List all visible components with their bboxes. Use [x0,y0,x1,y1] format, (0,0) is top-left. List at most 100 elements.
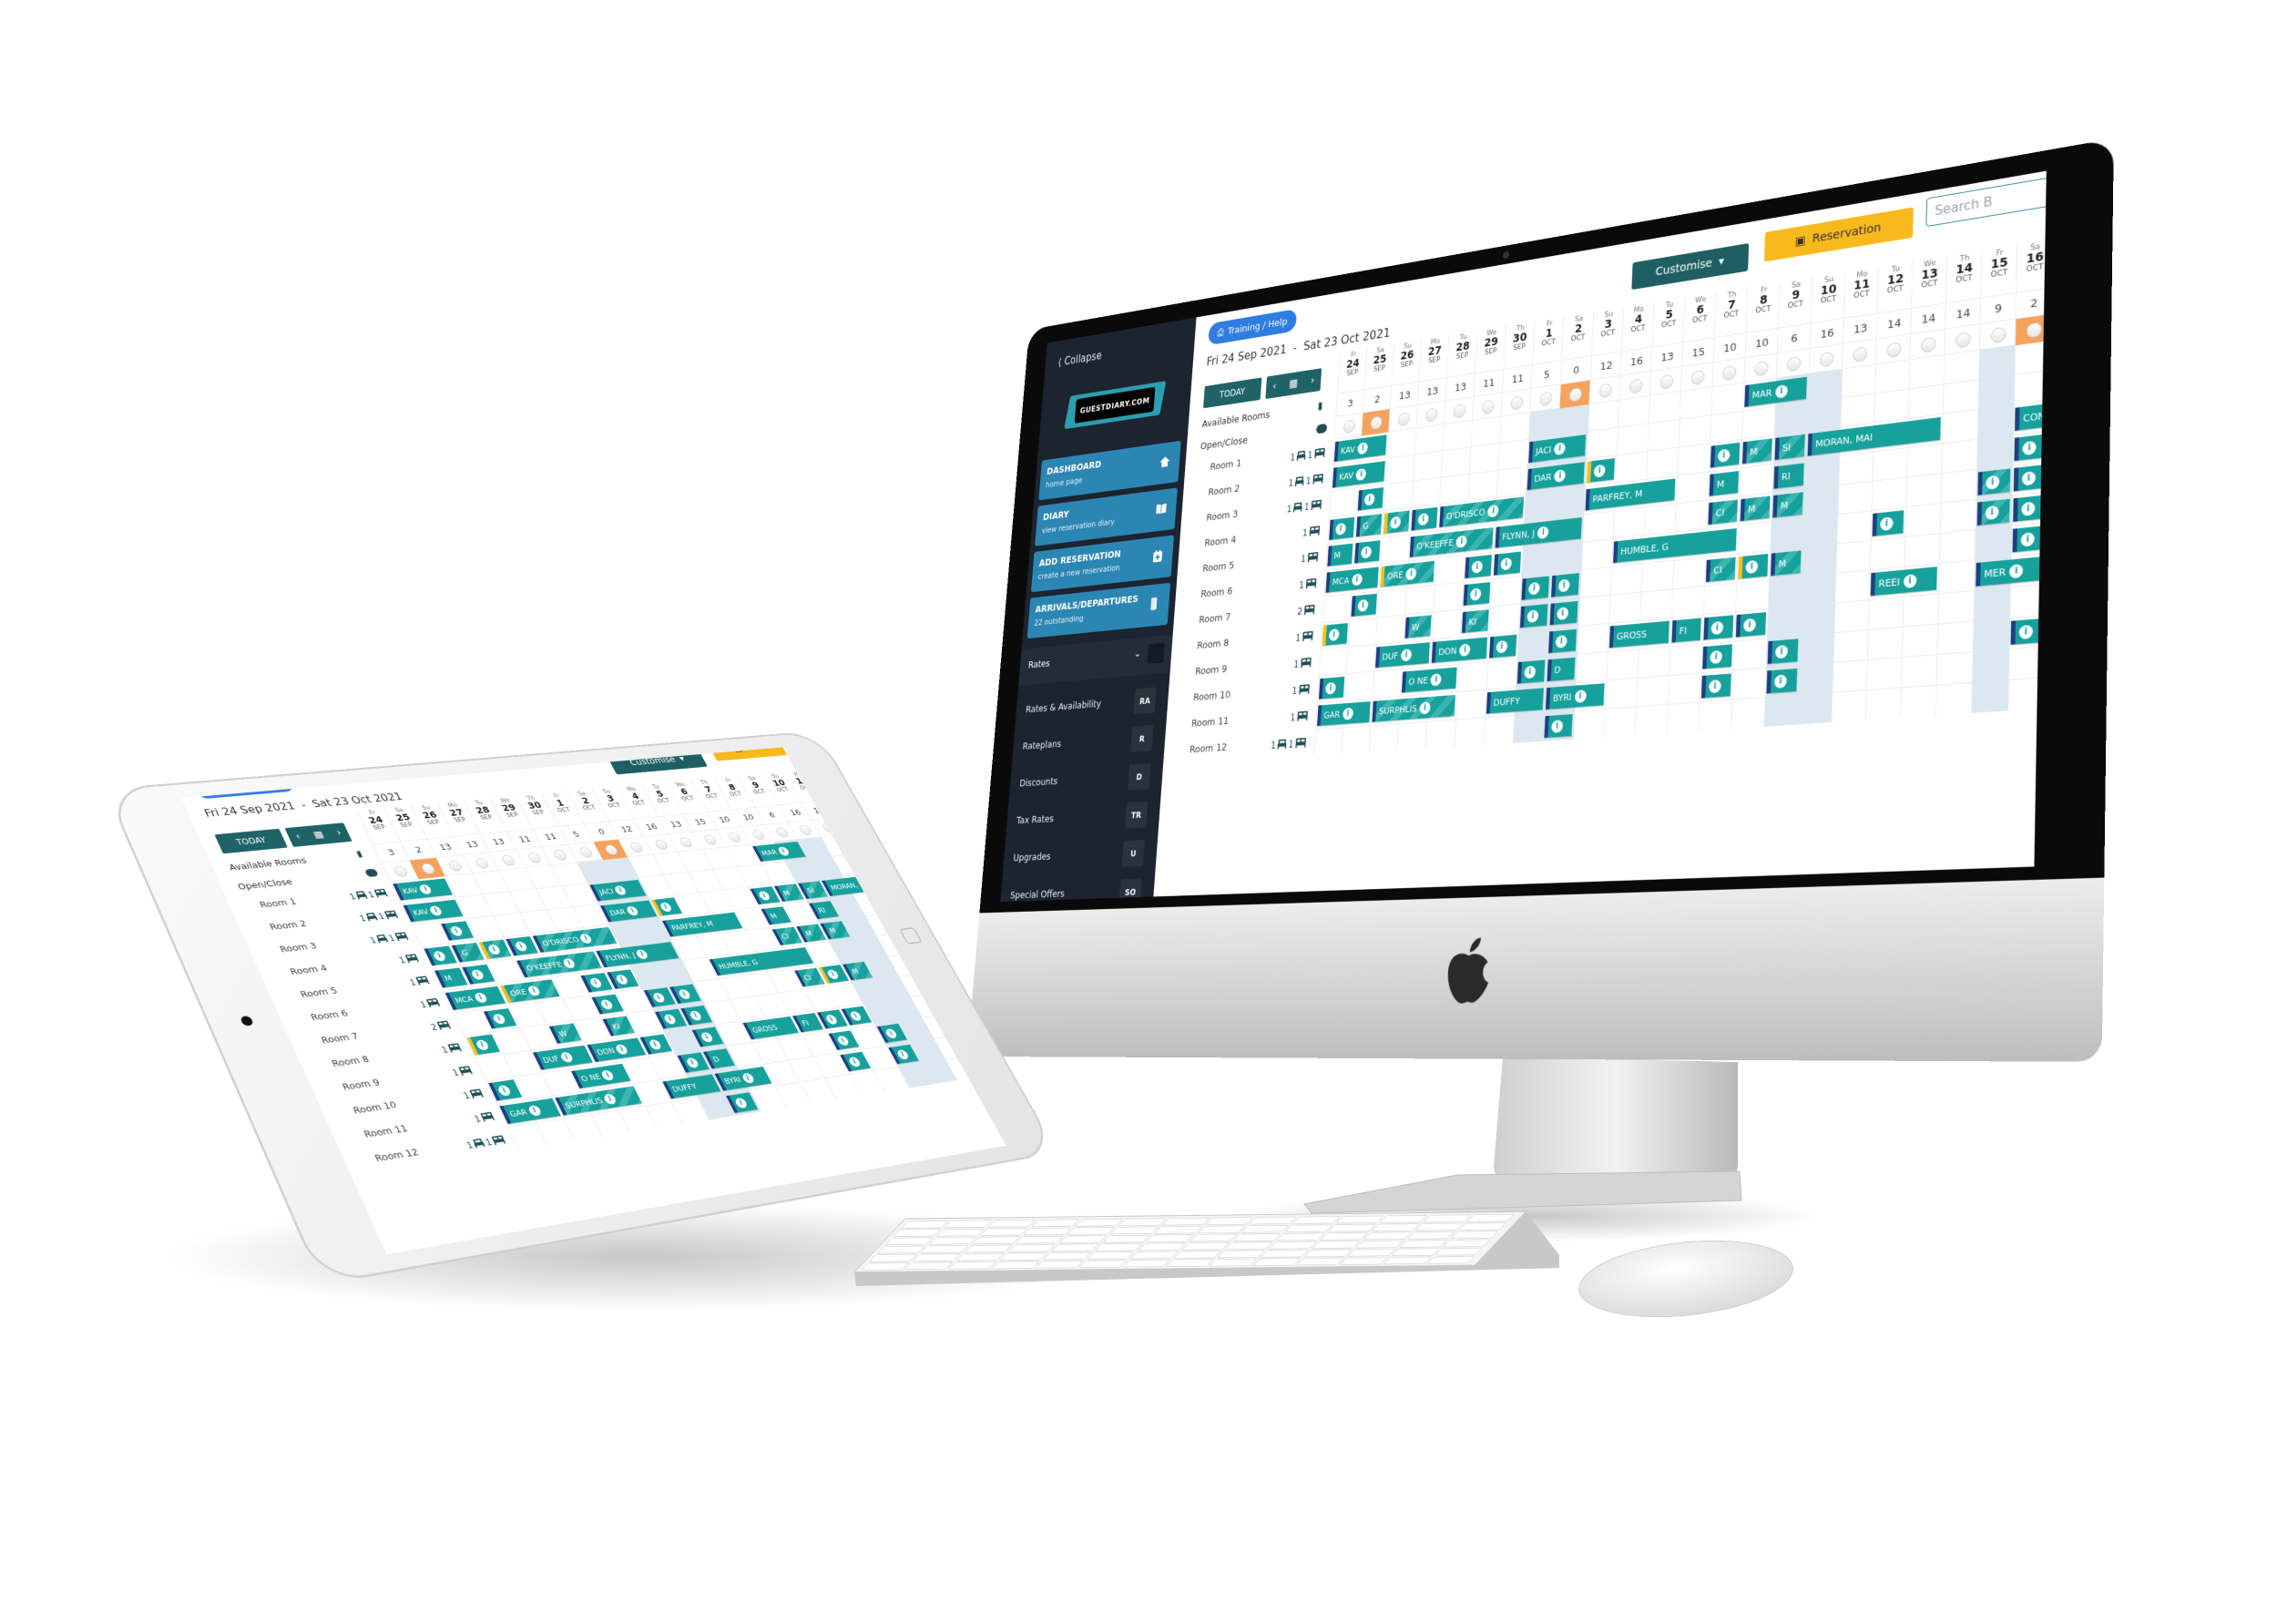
booking-block[interactable]: PARFREY, M [1586,478,1676,510]
prev-icon[interactable]: ‹ [293,832,301,842]
info-icon[interactable]: i [2009,564,2023,578]
info-icon[interactable]: i [685,1057,699,1067]
info-icon[interactable]: i [1743,618,1756,631]
booking-block[interactable]: DON i [587,1037,646,1061]
booking-block[interactable]: i [840,1052,871,1072]
info-icon[interactable]: i [615,974,629,985]
booking-block[interactable]: i [488,1079,522,1100]
info-icon[interactable]: i [526,986,541,996]
booking-block[interactable]: RI [1773,463,1803,488]
info-icon[interactable]: i [1418,513,1429,526]
booking-block[interactable]: i [1701,673,1731,698]
booking-block[interactable]: i [466,1035,500,1056]
open-close-toggle[interactable] [1334,413,1363,440]
booking-block[interactable]: i [2014,465,2047,492]
booking-block[interactable]: MCA i [1325,567,1378,592]
open-close-toggle[interactable] [1680,362,1713,392]
booking-block[interactable]: O NE i [1402,668,1457,693]
info-icon[interactable]: i [1558,578,1570,592]
info-icon[interactable]: i [475,1039,490,1051]
info-icon[interactable]: i [1325,681,1336,694]
info-icon[interactable]: i [1528,581,1540,595]
sidebar-subitem-so[interactable]: Special Offers SO [1000,873,1155,902]
info-icon[interactable]: i [1710,649,1722,663]
date-header[interactable]: Fr 8 OCT [1746,282,1781,332]
open-close-toggle[interactable] [2015,313,2047,346]
info-icon[interactable]: i [562,957,577,968]
booking-block[interactable]: i [1544,714,1572,738]
add-reservation-button[interactable]: ▣ Reservation [706,747,822,761]
info-icon[interactable]: i [1718,448,1731,462]
info-icon[interactable]: i [2022,440,2036,455]
booking-block[interactable]: GAR i [1317,701,1371,726]
open-close-toggle[interactable] [1361,408,1390,435]
booking-block[interactable]: FI [1671,618,1700,643]
booking-block[interactable]: i [1358,487,1384,510]
customise-button[interactable]: Customise ▾ [1631,243,1749,290]
booking-block[interactable]: i [1768,638,1799,663]
info-icon[interactable]: i [1470,587,1482,600]
info-icon[interactable]: i [1487,504,1499,517]
booking-block[interactable]: ORE i [1380,561,1435,587]
open-close-toggle[interactable] [1944,323,1980,355]
info-icon[interactable]: i [1343,707,1353,720]
info-icon[interactable]: i [449,925,464,936]
booking-block[interactable]: CI [1706,557,1736,582]
info-icon[interactable]: i [1419,701,1430,714]
open-close-toggle[interactable] [1559,380,1591,409]
booking-block[interactable]: CI [1708,499,1738,525]
date-header[interactable]: Th 14 OCT [1945,250,1982,303]
booking-block[interactable]: i [1520,604,1548,628]
booking-block[interactable]: i [1351,594,1377,617]
info-icon[interactable]: i [849,1010,863,1021]
booking-block[interactable]: KI [1462,609,1489,633]
booking-block[interactable]: DUFFY [1486,688,1544,713]
booking-block[interactable]: O'DRISCO i [1439,496,1524,527]
date-header[interactable]: Su 10 OCT [1811,271,1846,322]
info-icon[interactable]: i [1405,567,1416,580]
info-icon[interactable]: i [1709,679,1721,693]
date-header[interactable]: Tu 12 OCT [807,768,848,801]
info-icon[interactable]: i [602,1093,618,1105]
booking-block[interactable]: M [1772,492,1802,517]
info-icon[interactable]: i [733,1098,748,1108]
booking-block[interactable]: i [1521,576,1548,599]
logo[interactable]: GUESTDIARY.COM [1065,373,1165,437]
booking-block[interactable]: G [452,943,485,962]
booking-block[interactable]: i [2011,618,2045,645]
booking-block[interactable]: D [1547,658,1576,681]
booking-block[interactable]: i [1329,517,1354,540]
booking-block[interactable]: i [2014,434,2046,461]
info-icon[interactable]: i [757,891,771,901]
info-icon[interactable]: i [1594,464,1606,477]
info-icon[interactable]: i [1527,609,1538,623]
booking-block[interactable]: i [1489,635,1516,659]
booking-block[interactable]: HUMBLE, G [1613,528,1737,563]
info-icon[interactable]: i [651,992,666,1003]
sidebar-subitem-tr[interactable]: Tax Rates TR [1006,796,1161,841]
info-icon[interactable]: i [496,1085,512,1097]
booking-block[interactable]: i [1977,499,2010,526]
ipad-home-button[interactable] [899,927,923,945]
booking-block[interactable]: i [1736,612,1766,637]
info-icon[interactable]: i [473,992,488,1003]
sidebar-section-rates[interactable]: Rates ⌄ [1018,635,1173,686]
info-icon[interactable]: i [659,902,673,912]
booking-block[interactable]: W [1404,615,1431,638]
booking-block[interactable]: i [591,995,623,1015]
booking-block[interactable]: i [479,939,512,958]
prev-icon[interactable]: ‹ [1272,381,1277,393]
info-icon[interactable]: i [1556,635,1567,649]
calendar-icon[interactable]: ▦ [1289,377,1298,391]
booking-block[interactable]: SURPHLIS i [1372,695,1455,722]
open-close-toggle[interactable] [1619,371,1652,400]
open-close-toggle[interactable] [1501,388,1532,417]
info-icon[interactable]: i [1904,574,1917,588]
open-close-toggle[interactable] [1472,393,1503,421]
booking-block[interactable]: KAV i [403,900,464,922]
info-icon[interactable]: i [1357,598,1368,611]
open-close-toggle[interactable] [1415,401,1445,429]
booking-block[interactable]: i [1384,510,1410,534]
booking-block[interactable]: i [424,945,456,965]
next-icon[interactable]: › [334,828,342,838]
